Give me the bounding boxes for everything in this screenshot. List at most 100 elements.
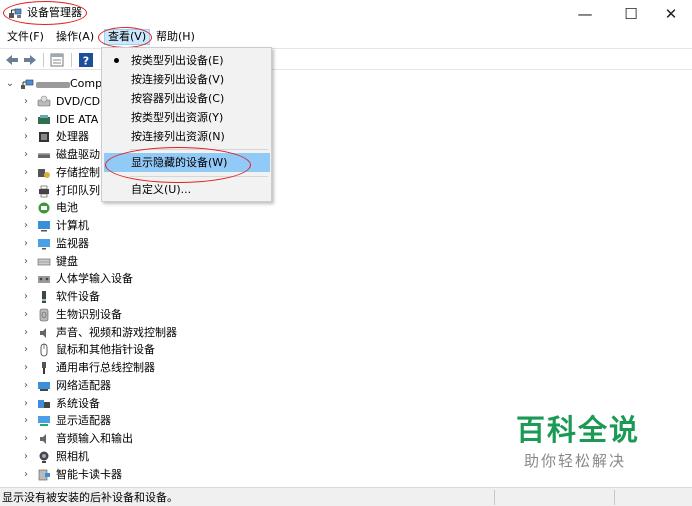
show-hidden-annotation-circle <box>105 147 251 183</box>
toolbar-separator <box>43 53 44 67</box>
tree-node-label: 音频输入和输出 <box>56 432 133 445</box>
chevron-right-icon[interactable]: › <box>21 257 31 267</box>
network-adapter-icon <box>38 382 50 391</box>
chevron-right-icon[interactable]: › <box>21 381 31 391</box>
tree-node-label: 监视器 <box>56 237 89 250</box>
menu-item-resources-by-connection[interactable]: 按连接列出资源(N) <box>104 127 270 146</box>
tree-node[interactable]: › 显示适配器 <box>0 412 260 430</box>
back-arrow-icon[interactable] <box>4 52 20 68</box>
tree-root-label: Comp <box>70 77 103 90</box>
tree-node[interactable]: › 软件设备 <box>0 288 260 306</box>
chevron-right-icon[interactable]: › <box>21 150 31 160</box>
maximize-icon: ☐ <box>624 4 638 23</box>
system-device-icon <box>38 400 50 408</box>
menu-item-label: 自定义(U)... <box>131 183 192 196</box>
chevron-right-icon[interactable]: › <box>21 132 31 142</box>
tree-node-label: 磁盘驱动 <box>56 148 100 161</box>
tree-node-label: 键盘 <box>56 255 78 268</box>
printer-icon <box>39 185 49 198</box>
tree-node-label: 鼠标和其他指针设备 <box>56 343 155 356</box>
menu-item-label: 按连接列出设备(V) <box>131 73 225 86</box>
chevron-right-icon[interactable]: › <box>21 186 31 196</box>
chevron-right-icon[interactable]: › <box>21 221 31 231</box>
tree-node-label: 显示适配器 <box>56 414 111 427</box>
menu-item-by-container[interactable]: 按容器列出设备(C) <box>104 89 270 108</box>
usb-icon <box>42 362 46 374</box>
biometric-icon <box>39 308 49 322</box>
tree-node[interactable]: › 生物识别设备 <box>0 306 260 324</box>
menu-action[interactable]: 操作(A) <box>53 29 97 45</box>
menu-item-label: 按类型列出设备(E) <box>131 54 224 67</box>
tree-node-label: 打印队列 <box>56 184 100 197</box>
computer-tree-icon <box>21 79 34 89</box>
menu-item-resources-by-type[interactable]: 按类型列出资源(Y) <box>104 108 270 127</box>
software-device-icon <box>42 291 46 303</box>
chevron-right-icon[interactable]: › <box>21 115 31 125</box>
chevron-right-icon[interactable]: › <box>21 292 31 302</box>
tree-node-label: 照相机 <box>56 450 89 463</box>
tree-node[interactable]: › 智能卡读卡器 <box>0 466 260 484</box>
chevron-right-icon[interactable]: › <box>21 470 31 480</box>
properties-icon[interactable] <box>49 52 65 68</box>
monitor-icon <box>38 239 50 250</box>
menu-item-by-type[interactable]: 按类型列出设备(E) <box>104 51 270 70</box>
chevron-right-icon[interactable]: › <box>21 434 31 444</box>
tree-node-label: 计算机 <box>56 219 89 232</box>
chevron-right-icon[interactable]: › <box>21 239 31 249</box>
processor-icon <box>39 132 49 142</box>
audio-io-icon <box>40 434 46 444</box>
dvd-drive-icon <box>37 95 51 107</box>
tree-node[interactable]: › 通用串行总线控制器 <box>0 359 260 377</box>
tree-node[interactable]: › 人体学输入设备 <box>0 270 260 288</box>
tree-node[interactable]: › 键盘 <box>0 253 260 271</box>
chevron-right-icon[interactable]: › <box>21 328 31 338</box>
close-icon: ✕ <box>664 4 678 23</box>
tree-node[interactable]: › 鼠标和其他指针设备 <box>0 341 260 359</box>
chevron-right-icon[interactable]: › <box>21 399 31 409</box>
forward-arrow-icon[interactable] <box>22 52 38 68</box>
tree-node-label: 系统设备 <box>56 397 100 410</box>
help-icon[interactable]: ? <box>78 52 94 68</box>
minimize-button[interactable]: — <box>562 0 608 27</box>
chevron-right-icon[interactable]: › <box>21 452 31 462</box>
chevron-right-icon[interactable]: › <box>21 363 31 373</box>
tree-node[interactable]: › 音频输入和输出 <box>0 430 260 448</box>
checked-bullet-icon <box>114 58 119 63</box>
camera-icon <box>39 451 49 463</box>
status-divider <box>614 490 615 505</box>
chevron-right-icon[interactable]: › <box>21 97 31 107</box>
title-annotation-circle <box>3 1 87 25</box>
tree-node[interactable]: › 系统设备 <box>0 395 260 413</box>
computer-icon <box>38 221 50 232</box>
smart-card-reader-icon <box>38 469 50 481</box>
chevron-right-icon[interactable]: › <box>21 168 31 178</box>
chevron-right-icon[interactable]: › <box>21 310 31 320</box>
close-button[interactable]: ✕ <box>648 0 692 27</box>
tree-node[interactable]: › 计算机 <box>0 217 260 235</box>
menu-file[interactable]: 文件(F) <box>4 29 47 45</box>
chevron-right-icon[interactable]: › <box>21 203 31 213</box>
svg-text:?: ? <box>83 55 89 68</box>
tree-node-label: 软件设备 <box>56 290 100 303</box>
status-divider <box>494 490 495 505</box>
tree-node-label: 通用串行总线控制器 <box>56 361 155 374</box>
chevron-down-icon[interactable]: ⌄ <box>5 79 15 89</box>
tree-node[interactable]: › 监视器 <box>0 235 260 253</box>
status-bar: 显示没有被安装的后补设备和设备。 <box>0 487 692 506</box>
tree-node[interactable]: › 照相机 <box>0 448 260 466</box>
blurred-computer-name <box>36 82 70 88</box>
tree-node-label: DVD/CD <box>56 95 101 108</box>
status-text: 显示没有被安装的后补设备和设备。 <box>2 491 178 504</box>
mouse-icon <box>40 343 48 357</box>
disk-drive-icon <box>38 153 50 158</box>
menu-help[interactable]: 帮助(H) <box>153 29 198 45</box>
speaker-icon <box>40 328 46 338</box>
tree-node[interactable]: › 网络适配器 <box>0 377 260 395</box>
chevron-right-icon[interactable]: › <box>21 274 31 284</box>
chevron-right-icon[interactable]: › <box>21 345 31 355</box>
tree-node[interactable]: › 声音、视频和游戏控制器 <box>0 324 260 342</box>
chevron-right-icon[interactable]: › <box>21 416 31 426</box>
menu-item-by-connection[interactable]: 按连接列出设备(V) <box>104 70 270 89</box>
watermark-title: 百科全说 <box>516 413 641 447</box>
watermark-subtitle: 助你轻松解决 <box>524 452 627 470</box>
